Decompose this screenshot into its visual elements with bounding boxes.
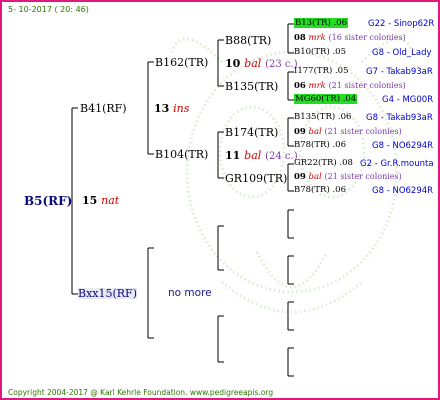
fmf-queen[interactable]: B174(TR): [225, 127, 278, 138]
g5-mating-2-number: 06: [294, 81, 306, 91]
g5-mating-4-number: 09: [294, 172, 306, 182]
father-queen[interactable]: B41(RF): [80, 103, 127, 114]
g5-queen-1-name: B13(TR) .06: [294, 18, 348, 28]
father-generation-number: 13: [154, 102, 170, 115]
fff-sister-count: (23 c.): [265, 59, 298, 70]
g5-mating-4: 09 bal (21 sister colonies): [294, 173, 402, 182]
g5-mating-1-suffix: mrk: [308, 33, 326, 43]
fmm-queen[interactable]: GR109(TR): [225, 173, 287, 184]
g5-mating-2: 06 mrk (21 sister colonies): [294, 82, 406, 91]
fff-generation: 10 bal (23 c.): [225, 58, 298, 70]
fmf-generation-number: 11: [225, 149, 241, 162]
g5-mating-2-suffix: mrk: [308, 81, 326, 91]
g5-queen-2-source: G8 - Old_Lady: [372, 48, 432, 58]
g5-queen-5[interactable]: B135(TR) .06: [294, 113, 351, 122]
g5-queen-7[interactable]: GR22(TR) .08: [294, 159, 353, 168]
father-generation: 13 ins: [154, 103, 189, 114]
mother-queen[interactable]: Bxx15(RF): [78, 288, 137, 299]
g5-queen-3-source: G7 - Takab93aR: [366, 67, 433, 77]
copyright-footer: Copyright 2004-2017 @ Karl Kehrle Founda…: [8, 388, 274, 397]
g5-queen-1-source: G22 - Sinop62R: [368, 19, 435, 29]
g5-queen-4[interactable]: MG60(TR) .04: [294, 94, 358, 104]
g5-mating-4-suffix: bal: [308, 172, 322, 182]
ffm-queen[interactable]: B135(TR): [225, 81, 278, 92]
g5-queen-8-source: G8 - NO6294R: [372, 186, 434, 196]
g5-mating-2-sisters: (21 sister colonies): [328, 81, 406, 90]
fmf-generation-suffix: bal: [244, 149, 262, 162]
fff-generation-suffix: bal: [244, 57, 262, 70]
fff-queen[interactable]: B88(TR): [225, 35, 271, 46]
g5-mating-3: 09 bal (21 sister colonies): [294, 128, 402, 137]
g5-mating-1: 08 mrk (16 sister colonies): [294, 34, 406, 43]
fmf-generation: 11 bal (24 c.): [225, 150, 298, 162]
g5-queen-6[interactable]: B78(TR) .06: [294, 141, 346, 150]
mother-no-more-label: no more: [168, 287, 212, 299]
father-generation-suffix: ins: [173, 102, 190, 115]
ff-queen[interactable]: B162(TR): [155, 57, 208, 68]
g5-queen-8[interactable]: B78(TR) .06: [294, 186, 346, 195]
fff-generation-number: 10: [225, 57, 241, 70]
g5-queen-1[interactable]: B13(TR) .06: [294, 18, 348, 28]
fmf-sister-count: (24 c.): [265, 151, 298, 162]
g5-mating-3-number: 09: [294, 127, 306, 137]
g5-mating-3-suffix: bal: [308, 127, 322, 137]
pedigree-frame: 5- 10-2017 ( 20: 46) B5(RF) 15 nat B41(R…: [0, 0, 440, 400]
g5-queen-7-source: G2 - Gr.R.mounta: [360, 159, 434, 169]
g5-queen-5-source: G8 - Takab93aR: [366, 113, 433, 123]
g5-queen-4-source: G4 - MG00R: [382, 95, 434, 105]
g5-mating-4-sisters: (21 sister colonies): [324, 172, 402, 181]
g5-mating-3-sisters: (21 sister colonies): [324, 127, 402, 136]
root-generation: 15 nat: [82, 195, 119, 206]
g5-queen-6-source: G8 - NO6294R: [372, 141, 434, 151]
g5-mating-1-number: 08: [294, 33, 306, 43]
g5-queen-4-name: MG60(TR) .04: [294, 94, 358, 104]
g5-queen-3[interactable]: I177(TR) .05: [294, 67, 349, 76]
root-queen[interactable]: B5(RF): [24, 195, 72, 207]
g5-mating-1-sisters: (16 sister colonies): [328, 33, 406, 42]
root-generation-number: 15: [82, 194, 98, 207]
fm-queen[interactable]: B104(TR): [155, 149, 208, 160]
g5-queen-2[interactable]: B10(TR) .05: [294, 48, 346, 57]
root-generation-suffix: nat: [101, 194, 120, 207]
